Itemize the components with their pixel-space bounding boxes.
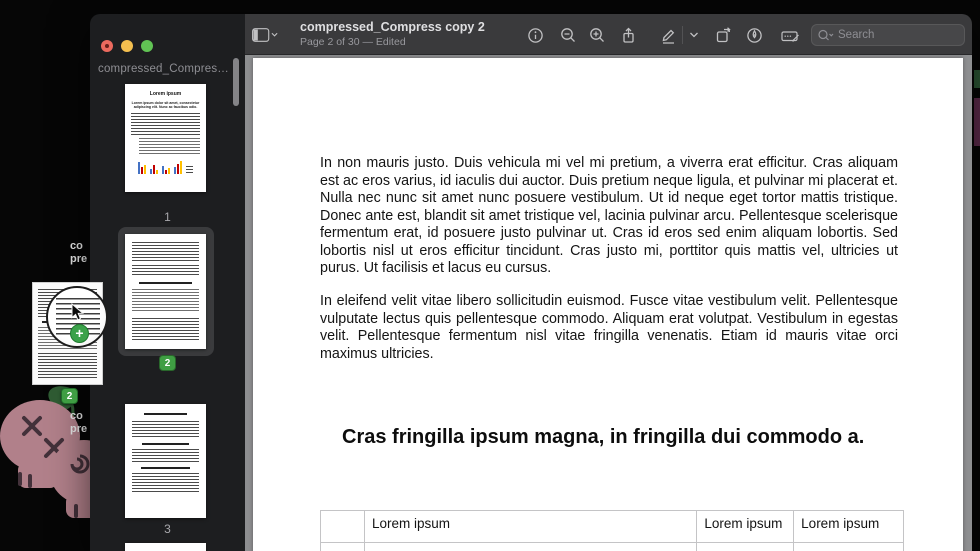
table-header-cell xyxy=(321,511,365,543)
table-header-cell: Lorem ipsum xyxy=(365,511,697,543)
window-title: compressed_Compress copy 2 xyxy=(300,20,485,34)
minimize-button[interactable] xyxy=(121,40,133,52)
sidebar-scrollbar[interactable] xyxy=(233,58,239,106)
section-heading: Cras fringilla ipsum magna, in fringilla… xyxy=(320,424,902,450)
form-fill-button[interactable] xyxy=(777,23,803,47)
document-viewport: In non mauris justo. Duis vehicula mi ve… xyxy=(245,55,972,551)
thumb1-title: Lorem ipsum xyxy=(131,91,200,97)
desktop-file-label: copre xyxy=(70,240,92,266)
markup-button[interactable] xyxy=(655,23,681,47)
wallpaper-fragment xyxy=(974,70,980,88)
search-field[interactable] xyxy=(811,24,965,46)
info-button[interactable] xyxy=(522,23,548,47)
window-controls xyxy=(101,40,153,52)
preview-window: compressed_Compress... Lorem ipsum Lorem… xyxy=(90,14,972,551)
table-header-row: Lorem ipsum Lorem ipsum Lorem ipsum xyxy=(321,511,904,543)
toolbar: compressed_Compress copy 2 Page 2 of 30 … xyxy=(245,14,972,55)
thumb2-heading-line xyxy=(139,282,193,284)
table-row xyxy=(321,543,904,551)
page-number-1: 1 xyxy=(90,210,245,224)
wallpaper-fragment xyxy=(974,98,980,146)
page-number-3: 3 xyxy=(90,522,245,536)
chevron-down-icon xyxy=(689,31,699,39)
page-thumbnail-2[interactable] xyxy=(125,234,206,349)
thumb1-text-block xyxy=(131,113,200,135)
copy-plus-badge: + xyxy=(70,324,89,343)
info-icon xyxy=(527,27,544,44)
table-header-cell: Lorem ipsum xyxy=(697,511,794,543)
thumb2-text-block xyxy=(132,318,199,340)
thumb3-text-block xyxy=(132,421,199,439)
table-header-cell: Lorem ipsum xyxy=(794,511,904,543)
share-icon xyxy=(620,27,637,44)
window-subtitle: Page 2 of 30 — Edited xyxy=(300,36,406,48)
pen-nib-circle-icon xyxy=(746,27,763,44)
thumb2-table-block xyxy=(132,289,199,313)
zoom-in-icon xyxy=(589,27,606,44)
zoom-out-button[interactable] xyxy=(555,23,581,47)
mouse-cursor xyxy=(71,303,85,321)
thumb2-text-block xyxy=(132,265,199,277)
close-button[interactable] xyxy=(101,40,113,52)
thumb3-text-block xyxy=(132,473,199,493)
annotate-button[interactable] xyxy=(741,23,767,47)
markup-pencil-icon xyxy=(660,27,677,44)
page-thumbnail-3[interactable] xyxy=(125,404,206,518)
paragraph: In non mauris justo. Duis vehicula mi ve… xyxy=(320,155,898,278)
document-table: Lorem ipsum Lorem ipsum Lorem ipsum xyxy=(320,510,904,551)
markup-menu-button[interactable] xyxy=(685,23,703,47)
rotate-button[interactable] xyxy=(710,23,736,47)
thumbnail-sidebar: compressed_Compress... Lorem ipsum Lorem… xyxy=(90,14,245,551)
thumb3-subheading-line xyxy=(141,467,189,469)
main-area: compressed_Compress copy 2 Page 2 of 30 … xyxy=(245,14,972,551)
thumb3-subheading-line xyxy=(142,443,189,445)
search-icon xyxy=(818,29,834,42)
zoom-in-button[interactable] xyxy=(584,23,610,47)
paragraph: In eleifend velit vitae libero sollicitu… xyxy=(320,293,898,363)
form-fill-icon xyxy=(781,27,800,44)
page-number-2-badge: 2 xyxy=(159,355,176,371)
chevron-down-icon xyxy=(272,33,277,36)
share-button[interactable] xyxy=(615,23,641,47)
sidebar-document-title: compressed_Compress... xyxy=(98,63,230,75)
fullscreen-button[interactable] xyxy=(141,40,153,52)
sidebar-icon xyxy=(252,27,278,43)
toolbar-divider xyxy=(682,26,683,44)
page-thumbnail-1[interactable]: Lorem ipsum Lorem ipsum dolor sit amet, … xyxy=(125,84,206,192)
zoom-out-icon xyxy=(560,27,577,44)
sidebar-toggle-button[interactable] xyxy=(252,23,278,47)
page-thumbnail-4[interactable] xyxy=(125,543,206,551)
rotate-icon xyxy=(715,27,732,44)
thumb3-text-block xyxy=(132,449,199,463)
search-input[interactable] xyxy=(838,29,948,41)
thumb3-title-line xyxy=(144,413,188,415)
thumb1-bar-chart xyxy=(131,158,200,174)
document-page: In non mauris justo. Duis vehicula mi ve… xyxy=(253,58,963,551)
drag-count-badge: 2 xyxy=(61,388,78,404)
desktop-file-label: copre xyxy=(70,410,92,436)
thumb1-bullet-list xyxy=(139,138,200,154)
thumb1-subtitle: Lorem ipsum dolor sit amet, consectetur … xyxy=(131,101,200,109)
thumb2-text-block xyxy=(132,242,199,262)
